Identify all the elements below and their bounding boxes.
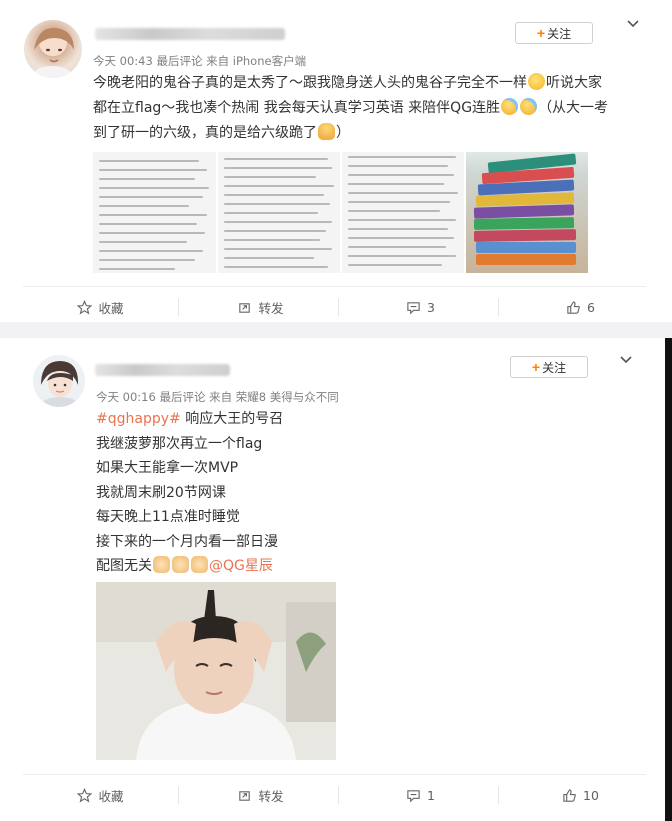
post-text: 今晚老阳的鬼谷子真的是太秀了～跟我隐身送人头的鬼谷子完全不一样 听说大家 都在立f…	[93, 71, 653, 146]
post-text-line: 听说大家	[546, 75, 602, 91]
favorite-label: 收藏	[98, 788, 124, 804]
post-text-line: 每天晚上11点准时睡觉	[96, 509, 240, 525]
comment-count: 3	[427, 299, 435, 315]
mention-link[interactable]: @QG星辰	[209, 558, 273, 574]
post-text-line: 都在立flag～我也凑个热闹 我会每天认真学习英语 来陪伴QG连胜	[93, 100, 501, 116]
username-redacted[interactable]	[95, 364, 230, 376]
post-text-line: （从大一考	[538, 100, 609, 116]
repost-button[interactable]: 转发	[183, 775, 338, 815]
favorite-button[interactable]: 收藏	[23, 775, 178, 815]
action-bar: 收藏 转发 3 6	[23, 286, 646, 327]
repost-label: 转发	[258, 300, 284, 316]
like-icon	[567, 300, 580, 314]
post-text-line: ）	[336, 125, 350, 141]
repost-label: 转发	[258, 788, 284, 804]
post-time[interactable]: 今天 00:16	[96, 390, 156, 404]
comment-button[interactable]: 1	[343, 775, 498, 815]
post-text: #qghappy# 响应大王的号召 我继菠萝那次再立一个flag 如果大王能拿一…	[96, 407, 636, 579]
plus-icon: +	[531, 359, 541, 375]
image-grid	[93, 152, 591, 273]
feed-card-2: + 关注 今天 00:16 最后评论 来自 荣耀8 美得与众不同 #qghapp…	[0, 338, 672, 821]
repost-icon	[239, 302, 251, 313]
image-thumb-2[interactable]	[218, 152, 340, 273]
star-icon	[77, 299, 93, 315]
post-text-line: 响应大王的号召	[180, 411, 284, 427]
image-thumb-3[interactable]	[342, 152, 464, 273]
feed-card-1: + 关注 今天 00:43 最后评论 来自 iPhone客户端 今晚老阳的鬼谷子…	[0, 0, 672, 325]
post-source: 来自 荣耀8 美得与众不同	[209, 390, 339, 404]
comment-icon	[407, 301, 420, 314]
avatar[interactable]	[33, 355, 85, 407]
comment-icon	[407, 789, 420, 802]
kneel-emoji-icon	[318, 123, 335, 140]
post-text-line: 如果大王能拿一次MVP	[96, 460, 239, 476]
image-thumb-1[interactable]	[93, 152, 216, 273]
favorite-button[interactable]: 收藏	[23, 287, 178, 327]
post-text-line: 配图无关	[96, 558, 152, 574]
post-text-line: 接下来的一个月内看一部日漫	[96, 533, 278, 550]
cat-emoji-icon	[153, 556, 170, 573]
post-text-line: 到了研一的六级，真的是给六级跪了	[93, 125, 317, 141]
star-icon	[77, 787, 93, 803]
follow-label: 关注	[547, 26, 572, 41]
plus-icon: +	[536, 25, 546, 41]
post-source: 来自 iPhone客户端	[206, 54, 307, 68]
comment-button[interactable]: 3	[343, 287, 498, 327]
username-redacted[interactable]	[95, 28, 285, 40]
post-photo[interactable]	[96, 582, 336, 760]
like-button[interactable]: 6	[503, 287, 658, 327]
like-count: 10	[583, 787, 599, 803]
chevron-down-icon[interactable]	[620, 356, 632, 364]
last-comment-label: 最后评论	[156, 54, 203, 68]
post-text-line: 我继菠萝那次再立一个flag	[96, 435, 263, 452]
laugh-emoji-icon	[528, 73, 545, 90]
follow-button[interactable]: + 关注	[510, 356, 588, 378]
hashtag-link[interactable]: #qghappy#	[96, 411, 181, 427]
post-text-line: 今晚老阳的鬼谷子真的是太秀了～跟我隐身送人头的鬼谷子完全不一样	[93, 75, 527, 91]
cry-emoji-icon	[501, 98, 519, 115]
repost-icon	[239, 790, 251, 801]
cat-emoji-icon	[172, 556, 189, 573]
post-time[interactable]: 今天 00:43	[93, 54, 153, 68]
favorite-label: 收藏	[98, 300, 124, 316]
post-meta: 今天 00:16 最后评论 来自 荣耀8 美得与众不同	[96, 389, 339, 405]
avatar-image	[39, 361, 81, 407]
like-count: 6	[587, 299, 595, 315]
avatar[interactable]	[24, 20, 82, 78]
chevron-down-icon[interactable]	[627, 20, 639, 28]
like-button[interactable]: 10	[503, 775, 658, 815]
avatar-image	[32, 27, 74, 78]
follow-label: 关注	[542, 360, 567, 375]
last-comment-label: 最后评论	[159, 390, 206, 404]
image-thumb-4[interactable]	[466, 152, 588, 273]
follow-button[interactable]: + 关注	[515, 22, 593, 44]
comment-count: 1	[427, 787, 435, 803]
cry-emoji-icon	[520, 98, 538, 115]
post-text-line: 我就周末刷20节网课	[96, 484, 226, 501]
action-bar: 收藏 转发 1 10	[23, 774, 646, 815]
window-edge	[665, 338, 672, 821]
repost-button[interactable]: 转发	[183, 287, 338, 327]
feed-divider	[0, 322, 672, 338]
like-icon	[563, 788, 576, 802]
cat-emoji-icon	[191, 556, 208, 573]
photo-image	[96, 582, 336, 760]
post-meta: 今天 00:43 最后评论 来自 iPhone客户端	[93, 53, 306, 69]
